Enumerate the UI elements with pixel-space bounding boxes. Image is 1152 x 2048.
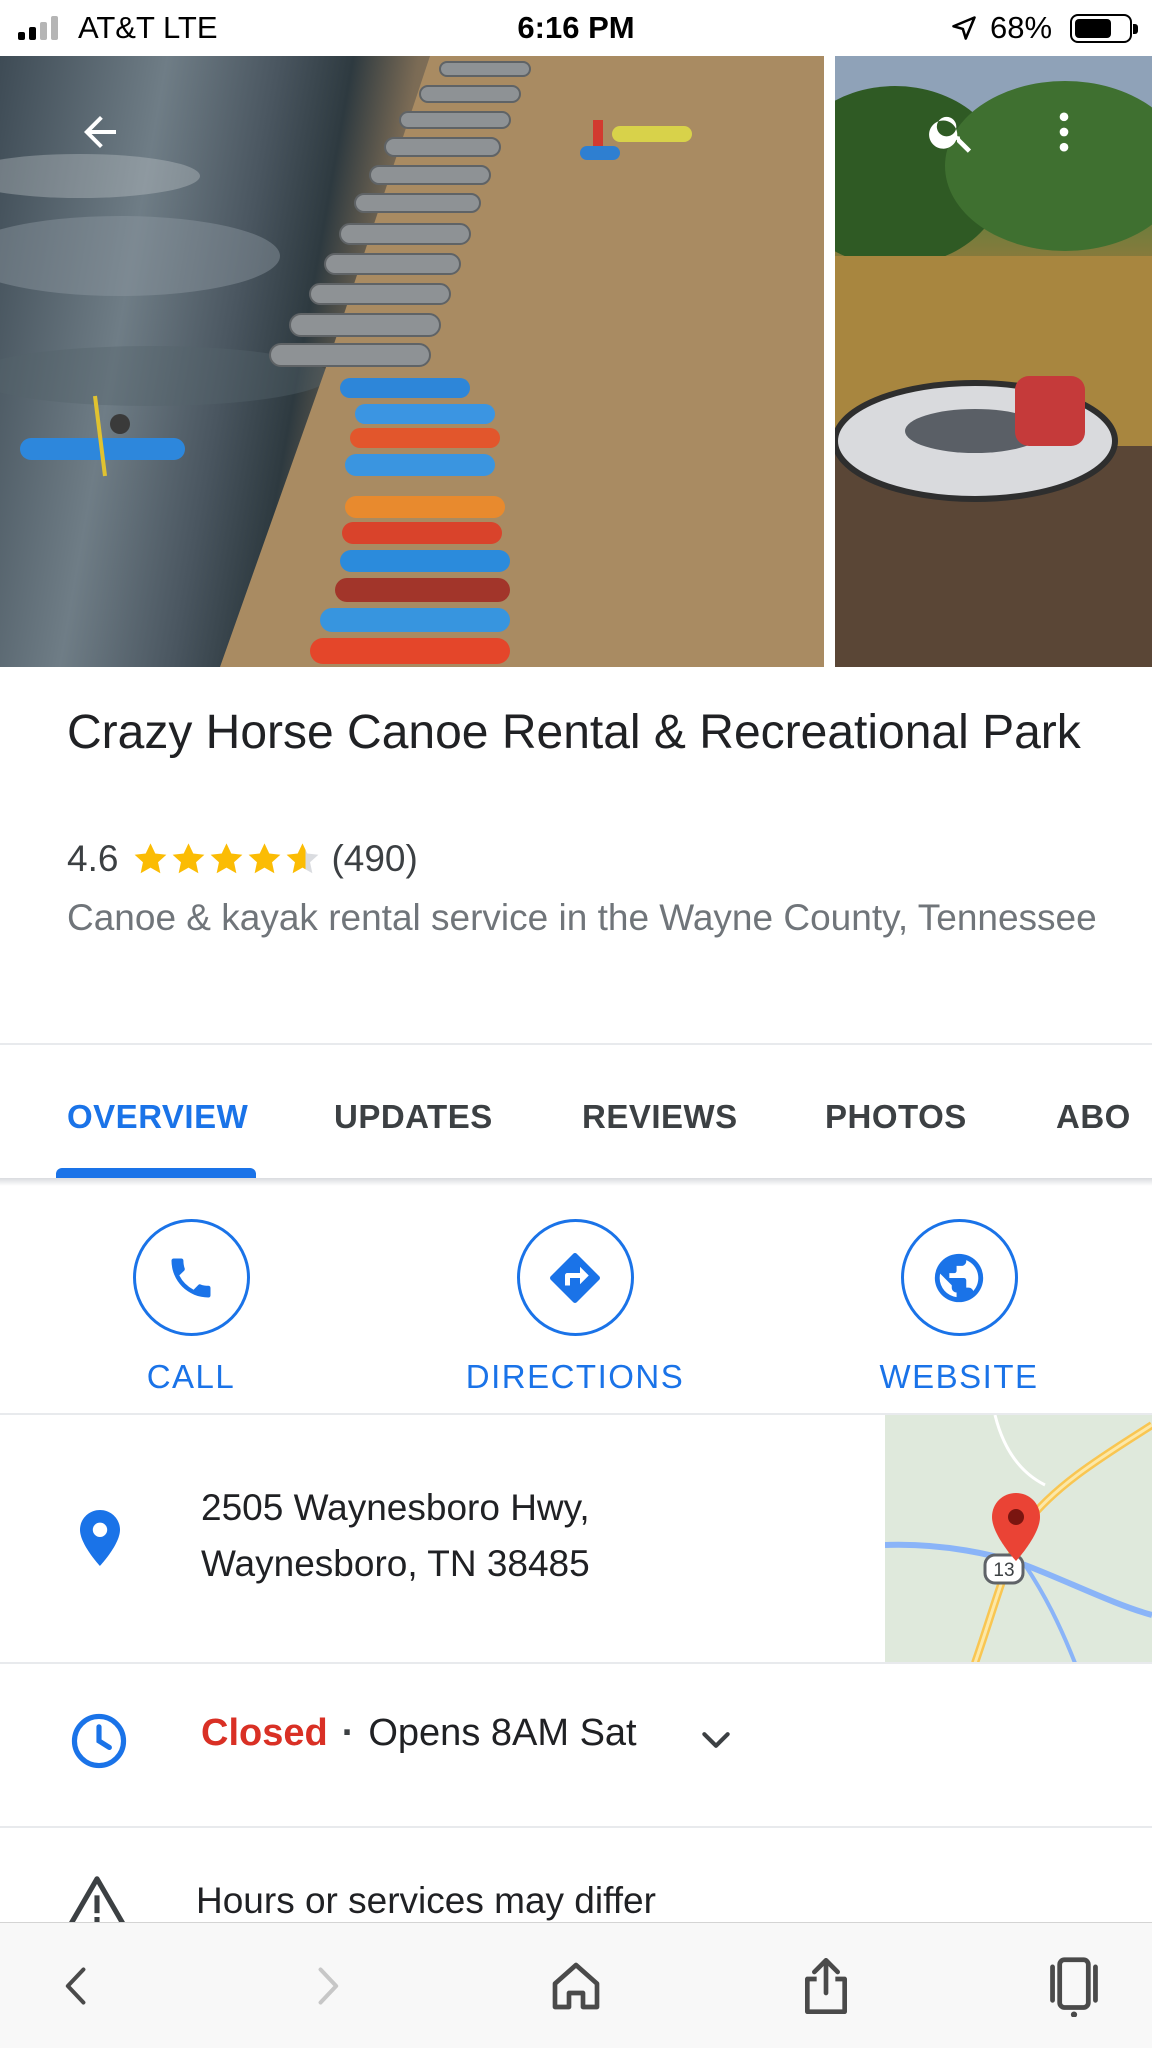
star-icon (287, 842, 319, 873)
tab-photos[interactable]: PHOTOS (825, 1098, 967, 1136)
tabs-icon (1050, 1957, 1098, 2017)
rating-row[interactable]: 4.6 (490) (67, 838, 418, 880)
call-button[interactable]: CALL (71, 1219, 311, 1396)
browser-share-button[interactable] (791, 1951, 861, 2021)
map-thumbnail[interactable]: 13 (885, 1415, 1152, 1663)
next-open-time: Opens 8AM Sat (368, 1712, 637, 1754)
chevron-down-icon[interactable] (696, 1720, 736, 1765)
address[interactable]: 2505 Waynesboro Hwy, Waynesboro, TN 3848… (201, 1480, 590, 1592)
status-bar: AT&T LTE 6:16 PM 68% (0, 0, 1152, 56)
status-time: 6:16 PM (517, 10, 635, 45)
browser-toolbar (0, 1922, 1152, 2048)
directions-label: DIRECTIONS (465, 1358, 685, 1395)
website-label: WEBSITE (879, 1358, 1039, 1395)
tab-bar: OVERVIEW UPDATES REVIEWS PHOTOS ABO (0, 1046, 1152, 1180)
photo-carousel[interactable] (0, 56, 1152, 667)
search-button[interactable] (916, 96, 988, 168)
tab-overview[interactable]: OVERVIEW (67, 1098, 248, 1136)
tab-bar-shadow (0, 1178, 1152, 1186)
back-icon (65, 1967, 86, 2005)
directions-icon (550, 1252, 600, 1303)
map-pin-icon (992, 1493, 1040, 1561)
divider (0, 1043, 1152, 1045)
star-rating-icon (132, 841, 321, 878)
more-options-button[interactable] (1028, 96, 1100, 168)
website-circle[interactable] (900, 1219, 1018, 1336)
route-shield-label: 13 (993, 1560, 1014, 1581)
tab-updates[interactable]: UPDATES (334, 1098, 493, 1136)
website-button[interactable]: WEBSITE (839, 1219, 1079, 1396)
review-count[interactable]: (490) (331, 838, 417, 880)
browser-tabs-button[interactable] (1039, 1951, 1109, 2021)
browser-forward-button[interactable] (292, 1951, 362, 2021)
address-line-2: Waynesboro, TN 38485 (201, 1543, 590, 1584)
photo-river-tube[interactable] (835, 56, 1152, 667)
hours-notice: Hours or services may differ (196, 1880, 656, 1921)
browser-home-button[interactable] (541, 1951, 611, 2021)
clock-icon (68, 1710, 130, 1777)
separator: · (341, 1712, 355, 1754)
address-line-1: 2505 Waynesboro Hwy, (201, 1487, 590, 1528)
arrow-left-icon (84, 116, 116, 148)
star-icon (173, 842, 205, 873)
share-icon (805, 1958, 847, 2014)
battery-icon (1070, 14, 1138, 43)
place-title: Crazy Horse Canoe Rental & Recreational … (67, 706, 1081, 759)
rating-value: 4.6 (67, 838, 119, 879)
directions-circle[interactable] (516, 1219, 634, 1336)
hours-summary[interactable]: Closed · Opens 8AM Sat (201, 1712, 637, 1755)
globe-icon (934, 1253, 984, 1302)
divider (0, 1662, 1152, 1664)
search-icon (929, 116, 972, 153)
location-arrow-icon (950, 14, 978, 50)
forward-icon (318, 1967, 339, 2005)
star-icon (211, 842, 243, 873)
open-status: Closed (201, 1712, 328, 1754)
tab-about[interactable]: ABO (1056, 1098, 1131, 1136)
call-circle[interactable] (132, 1219, 250, 1336)
star-icon (135, 842, 167, 873)
directions-button[interactable]: DIRECTIONS (455, 1219, 695, 1396)
location-pin-icon (76, 1508, 124, 1573)
battery-percent: 68% (990, 10, 1053, 45)
back-button[interactable] (64, 96, 136, 168)
active-tab-indicator (56, 1168, 256, 1178)
home-icon (552, 1962, 600, 2010)
more-vert-icon (1059, 112, 1069, 152)
divider (0, 1826, 1152, 1828)
browser-back-button[interactable] (42, 1951, 112, 2021)
call-label: CALL (146, 1358, 236, 1395)
phone-icon (171, 1258, 211, 1297)
tab-reviews[interactable]: REVIEWS (582, 1098, 738, 1136)
star-icon (249, 842, 281, 873)
place-category: Canoe & kayak rental service in the Wayn… (67, 897, 1097, 938)
